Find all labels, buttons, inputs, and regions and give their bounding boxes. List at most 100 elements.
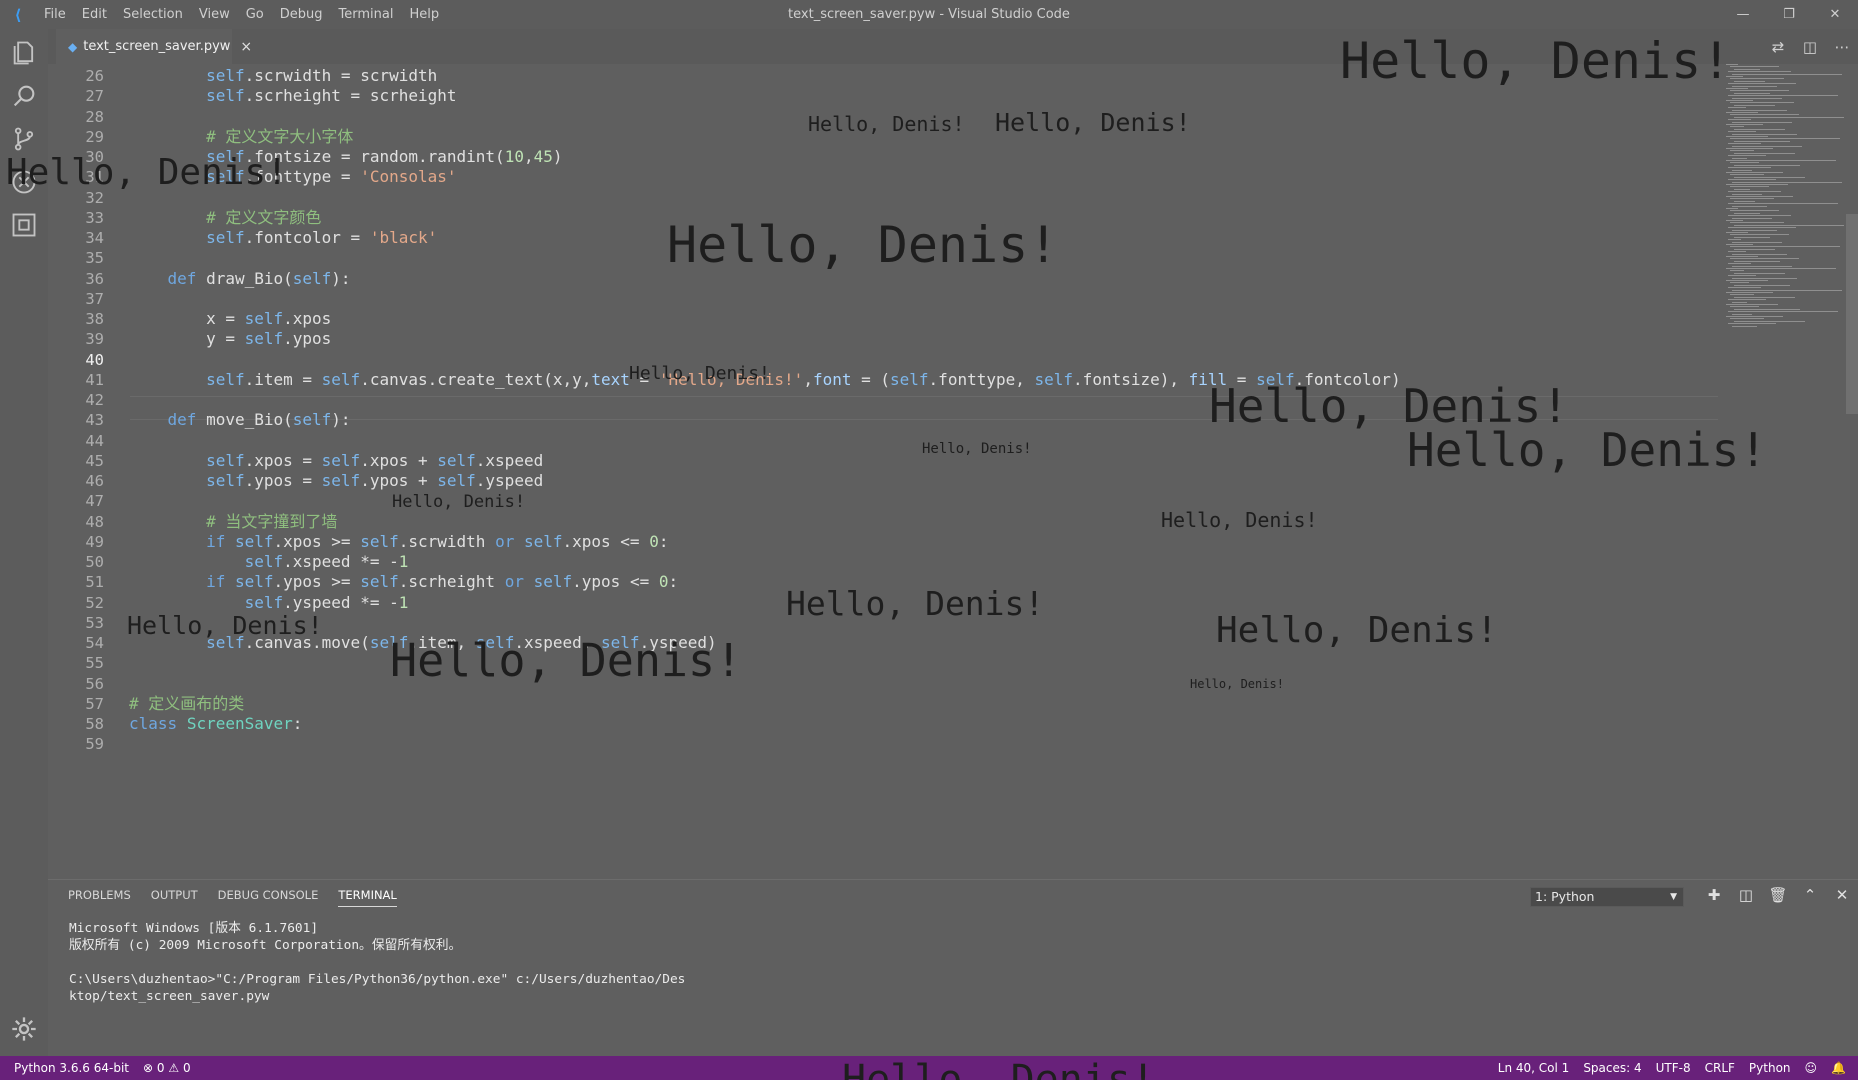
line-ending[interactable]: CRLF [1705, 1061, 1735, 1075]
hello-text: Hello, Denis! [995, 108, 1191, 137]
minimap-line [1734, 104, 1775, 106]
indentation[interactable]: Spaces: 4 [1583, 1061, 1641, 1075]
warning-icon: ⚠ [168, 1061, 180, 1075]
maximize-panel-icon[interactable]: ⌃ [1794, 886, 1826, 904]
minimap-line [1730, 66, 1779, 68]
minimap-line [1730, 102, 1794, 104]
minimap-line [1732, 73, 1842, 75]
terminal-select[interactable]: 1: Python ▼ [1530, 887, 1684, 907]
minimap-line [1730, 78, 1784, 80]
close-panel-icon[interactable]: ✕ [1826, 886, 1858, 904]
hello-text: Hello, Denis! [808, 112, 965, 136]
minimap-line [1726, 136, 1768, 137]
cursor-position[interactable]: Ln 40, Col 1 [1498, 1061, 1570, 1075]
minimap-line [1732, 313, 1752, 315]
python-interpreter[interactable]: Python 3.6.6 64-bit [14, 1061, 129, 1075]
tab-close-icon[interactable]: × [240, 39, 252, 55]
minimap-line [1726, 292, 1773, 293]
minimap-line [1728, 275, 1756, 277]
encoding[interactable]: UTF-8 [1656, 1061, 1691, 1075]
notifications-bell-icon[interactable]: 🔔 [1831, 1061, 1846, 1075]
minimap-line [1726, 244, 1753, 245]
minimap-line [1728, 203, 1838, 205]
menu-help[interactable]: Help [401, 7, 447, 22]
title-bar: ⟨ File Edit Selection View Go Debug Terminal He… [0, 0, 1858, 29]
hello-text: Hello, Denis! [392, 492, 526, 512]
panel-tab-terminal[interactable]: TERMINAL [338, 888, 397, 907]
minimap-line [1728, 95, 1838, 97]
code-line[interactable]: self.fontcolor = 'black' [129, 226, 437, 250]
minimap-line [1726, 196, 1793, 197]
minimap-line [1730, 258, 1799, 260]
minimize-icon[interactable]: — [1720, 0, 1766, 29]
problems-count[interactable]: ⊗ 0 ⚠ 0 [143, 1061, 191, 1075]
minimap-line [1734, 200, 1755, 202]
minimap-line [1728, 227, 1796, 229]
minimap-line [1726, 304, 1778, 305]
open-changes-icon[interactable]: ⇄ [1762, 38, 1794, 56]
minimap-line [1734, 260, 1780, 262]
split-terminal-icon[interactable]: ◫ [1730, 886, 1762, 904]
menu-file[interactable]: File [36, 7, 74, 22]
menu-view[interactable]: View [191, 7, 238, 22]
minimap-line [1734, 320, 1805, 322]
panel-tab-problems[interactable]: PROBLEMS [68, 888, 131, 907]
close-window-icon[interactable]: ✕ [1812, 0, 1858, 29]
error-icon: ⊗ [143, 1061, 154, 1075]
minimap-line [1726, 232, 1748, 233]
minimap[interactable] [1726, 64, 1846, 344]
feedback-smiley-icon[interactable]: ☺ [1805, 1061, 1818, 1075]
panel-tab-output[interactable]: OUTPUT [151, 888, 198, 907]
menu-edit[interactable]: Edit [74, 7, 115, 22]
minimap-line [1726, 280, 1768, 281]
menu-debug[interactable]: Debug [272, 7, 331, 22]
split-editor-icon[interactable]: ◫ [1794, 38, 1826, 56]
source-control-icon[interactable] [10, 125, 38, 153]
minimap-line [1732, 133, 1797, 135]
extensions-icon[interactable] [10, 211, 38, 239]
tab-text-screen-saver[interactable]: ◆ text_screen_saver.pyw × [56, 29, 252, 64]
minimap-line [1734, 140, 1790, 142]
settings-gear-icon[interactable] [10, 1015, 38, 1043]
menu-bar: File Edit Selection View Go Debug Terminal Help [36, 7, 447, 22]
vertical-scrollbar[interactable] [1846, 214, 1858, 414]
restore-icon[interactable]: ❐ [1766, 0, 1812, 29]
menu-selection[interactable]: Selection [115, 7, 191, 22]
code-line[interactable]: self.ypos = self.ypos + self.yspeed [129, 469, 543, 493]
panel-tab-debug-console[interactable]: DEBUG CONSOLE [218, 888, 319, 907]
hello-text: Hello, Denis! [390, 634, 743, 687]
new-terminal-icon[interactable]: ✚ [1698, 886, 1730, 904]
minimap-line [1728, 263, 1751, 265]
minimap-line [1730, 246, 1840, 248]
code-line[interactable]: self.scrheight = scrheight [129, 84, 456, 108]
menu-terminal[interactable]: Terminal [331, 7, 402, 22]
minimap-line [1730, 282, 1749, 284]
explorer-icon[interactable] [10, 39, 38, 67]
minimap-line [1726, 160, 1836, 161]
terminal-output[interactable]: Microsoft Windows [版本 6.1.7601] 版权所有 (c) … [69, 920, 685, 1005]
hello-text: Hello, Denis! [922, 441, 1032, 457]
minimap-line [1730, 138, 1840, 140]
code-line[interactable]: y = self.ypos [129, 327, 331, 351]
minimap-line [1728, 287, 1761, 289]
code-line[interactable]: class ScreenSaver: [129, 712, 302, 736]
more-actions-icon[interactable]: ⋯ [1826, 38, 1858, 56]
minimap-line [1732, 265, 1792, 267]
code-line[interactable]: def move_Bio(self): [129, 408, 351, 432]
hello-text: Hello, Denis! [1340, 32, 1732, 90]
minimap-line [1726, 184, 1788, 185]
hello-text: Hello, Denis! [629, 363, 770, 384]
code-line[interactable]: def draw_Bio(self): [129, 267, 351, 291]
minimap-line [1728, 323, 1776, 325]
minimap-line [1730, 174, 1764, 176]
line-number: 59 [85, 735, 104, 753]
minimap-line [1726, 148, 1773, 149]
minimap-line [1732, 205, 1767, 207]
search-icon[interactable] [10, 82, 38, 110]
menu-go[interactable]: Go [238, 7, 272, 22]
minimap-line [1732, 157, 1747, 159]
kill-terminal-icon[interactable]: 🗑 [1762, 886, 1794, 904]
status-bar: Python 3.6.6 64-bit ⊗ 0 ⚠ 0 Hello, Denis… [0, 1056, 1858, 1080]
language-mode[interactable]: Python [1749, 1061, 1791, 1075]
minimap-line [1734, 116, 1844, 118]
